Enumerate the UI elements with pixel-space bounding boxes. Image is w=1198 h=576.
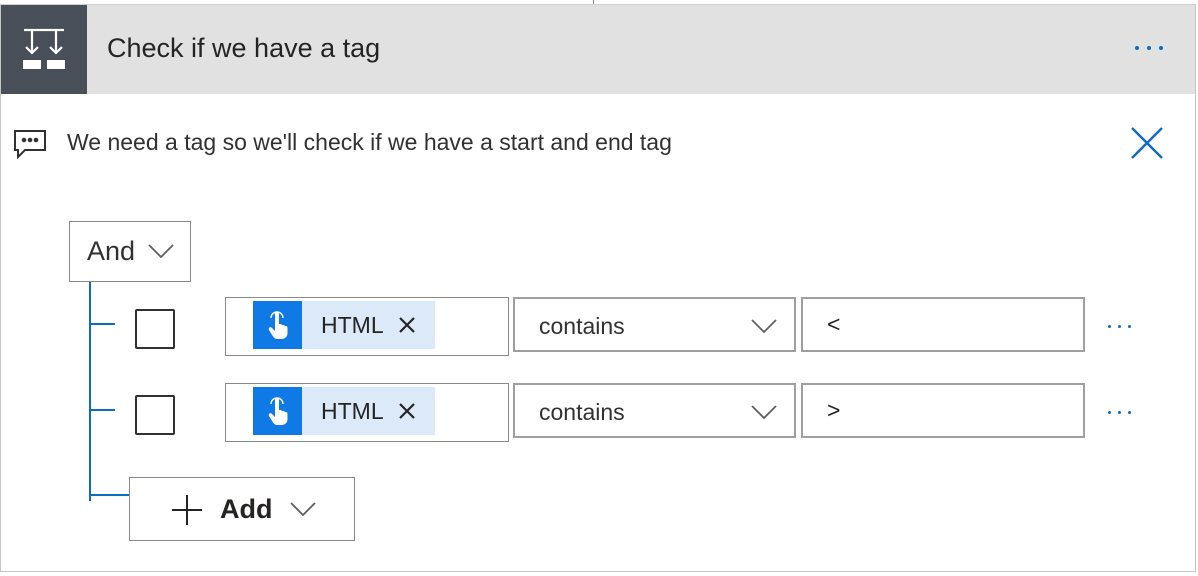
add-button-label: Add	[220, 494, 273, 524]
operator-dropdown[interactable]: contains	[513, 297, 796, 352]
token-label: HTML	[321, 397, 384, 424]
card-header[interactable]: Check if we have a tag	[1, 5, 1195, 94]
remove-token-icon[interactable]	[396, 314, 418, 336]
tree-connector	[89, 282, 91, 501]
right-operand-field[interactable]: >	[801, 383, 1085, 438]
remove-token-icon[interactable]	[396, 400, 418, 422]
chevron-down-icon	[148, 244, 174, 263]
left-operand-field[interactable]: HTML	[225, 383, 509, 442]
operand-value: <	[827, 311, 841, 337]
tree-branch	[89, 494, 131, 496]
operator-label: contains	[539, 313, 625, 339]
tree-branch	[89, 323, 115, 325]
chevron-down-icon	[290, 502, 316, 521]
operator-label: contains	[539, 399, 625, 425]
left-operand-field[interactable]: HTML	[225, 297, 509, 356]
row-checkbox[interactable]	[135, 395, 175, 435]
operator-dropdown[interactable]: contains	[513, 383, 796, 438]
group-operator-label: And	[87, 236, 136, 266]
dynamic-content-token[interactable]: HTML	[253, 387, 435, 435]
row-checkbox[interactable]	[135, 309, 175, 349]
manual-trigger-icon	[253, 301, 302, 349]
comment-text: We need a tag so we'll check if we have …	[67, 129, 672, 155]
comment-row: We need a tag so we'll check if we have …	[13, 123, 1183, 163]
group-operator-dropdown[interactable]: And	[69, 221, 191, 282]
condition-icon	[1, 5, 87, 94]
plus-icon	[171, 494, 203, 531]
row-more-options-icon[interactable]	[1101, 311, 1137, 341]
comment-icon	[13, 129, 47, 164]
add-button[interactable]: Add	[129, 477, 355, 541]
right-operand-field[interactable]: <	[801, 297, 1085, 352]
token-label: HTML	[321, 311, 384, 338]
dynamic-content-token[interactable]: HTML	[253, 301, 435, 349]
row-more-options-icon[interactable]	[1101, 397, 1137, 427]
manual-trigger-icon	[253, 387, 302, 435]
chevron-down-icon	[751, 319, 777, 338]
more-options-icon[interactable]	[1125, 31, 1173, 65]
operand-value: >	[827, 397, 841, 423]
condition-card: Check if we have a tag We need a tag so …	[0, 4, 1196, 572]
card-title: Check if we have a tag	[107, 33, 381, 63]
close-icon[interactable]	[1127, 123, 1167, 163]
tree-branch	[89, 409, 115, 411]
chevron-down-icon	[751, 405, 777, 424]
